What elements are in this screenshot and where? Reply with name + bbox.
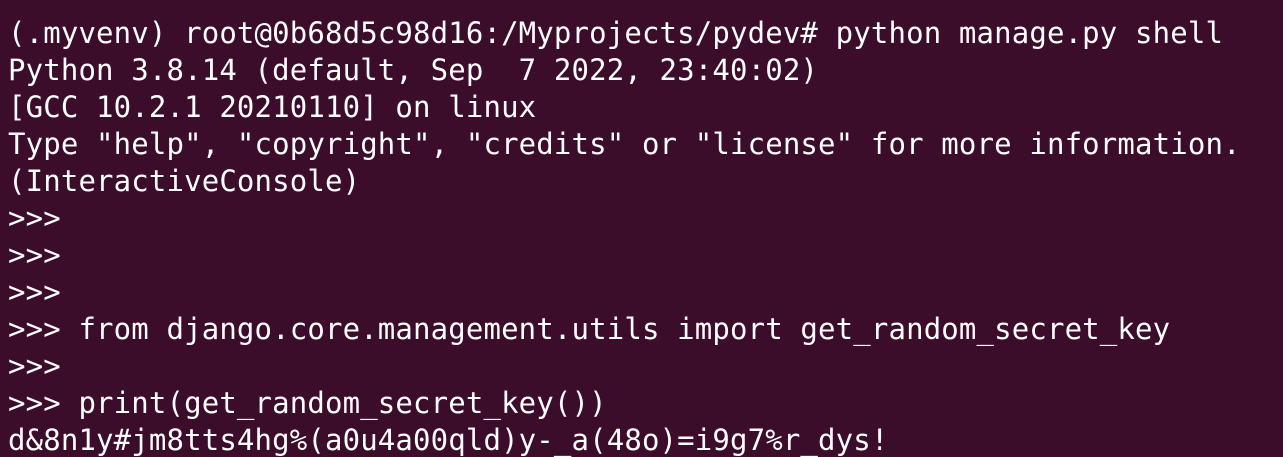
print-statement-line: >>> print(get_random_secret_key()): [8, 386, 607, 420]
repl-prompt-line: >>>: [8, 238, 61, 272]
help-info-line: Type "help", "copyright", "credits" or "…: [8, 127, 1241, 161]
terminal-window[interactable]: (.myvenv) root@0b68d5c98d16:/Myprojects/…: [0, 0, 1283, 457]
import-statement-line: >>> from django.core.management.utils im…: [8, 312, 1171, 346]
repl-prompt-line: >>>: [8, 275, 61, 309]
console-type-line: (InteractiveConsole): [8, 164, 361, 198]
shell-command-line: (.myvenv) root@0b68d5c98d16:/Myprojects/…: [8, 16, 1224, 50]
repl-prompt-line: >>>: [8, 201, 61, 235]
python-version-line: Python 3.8.14 (default, Sep 7 2022, 23:4…: [8, 53, 819, 87]
secret-key-output-line: d&8n1y#jm8tts4hg%(a0u4a00qld)y-_a(48o)=i…: [8, 423, 889, 457]
repl-prompt-line: >>>: [8, 349, 61, 383]
gcc-info-line: [GCC 10.2.1 20210110] on linux: [8, 90, 537, 124]
